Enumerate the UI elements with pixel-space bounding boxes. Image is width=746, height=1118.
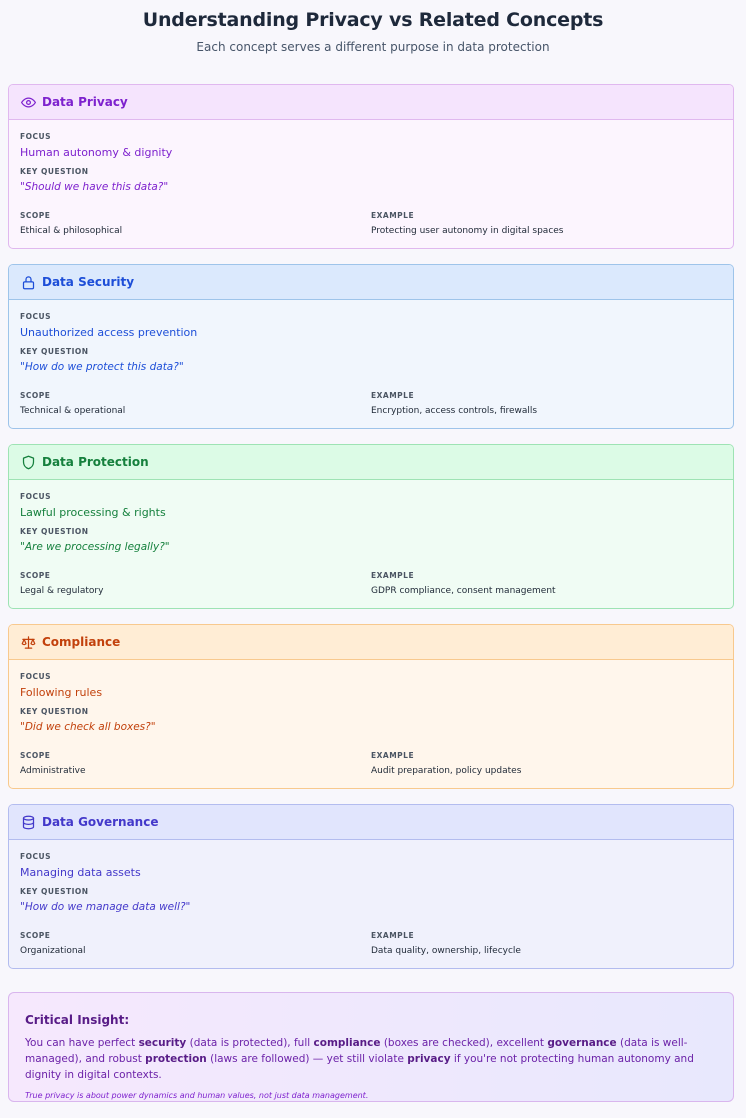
- scope-label: SCOPE: [20, 931, 51, 940]
- lock-icon: [22, 275, 35, 289]
- example-column: EXAMPLE GDPR compliance, consent managem…: [371, 571, 722, 597]
- scope-label: SCOPE: [20, 391, 51, 400]
- focus-value: Human autonomy & dignity: [20, 146, 173, 159]
- scope-value: Administrative: [20, 766, 86, 776]
- card-body: FOCUS Lawful processing & rights KEY QUE…: [9, 480, 733, 608]
- example-column: EXAMPLE Protecting user autonomy in digi…: [371, 211, 722, 237]
- key-question-value: "Are we processing legally?": [20, 541, 170, 553]
- insight-keyword-governance: governance: [547, 1037, 617, 1049]
- focus-value: Lawful processing & rights: [20, 506, 166, 519]
- scope-column: SCOPE Ethical & philosophical: [20, 211, 371, 237]
- scope-label: SCOPE: [20, 751, 51, 760]
- insight-text-part: (boxes are checked), excellent: [380, 1037, 548, 1049]
- insight-keyword-compliance: compliance: [313, 1037, 381, 1049]
- card-body: FOCUS Unauthorized access prevention KEY…: [9, 300, 733, 428]
- card-body: FOCUS Managing data assets KEY QUESTION …: [9, 840, 733, 968]
- insight-text-part: (laws are followed) — yet still violate: [206, 1053, 408, 1065]
- example-value: Encryption, access controls, firewalls: [371, 406, 538, 416]
- shield-icon: [22, 455, 35, 469]
- example-label: EXAMPLE: [371, 571, 415, 580]
- database-icon: [22, 815, 35, 829]
- card-data-privacy: Data Privacy FOCUS Human autonomy & dign…: [8, 84, 734, 249]
- card-header: Data Security: [9, 265, 733, 300]
- card-header: Compliance: [9, 625, 733, 660]
- critical-insight-box: Critical Insight: You can have perfect s…: [8, 992, 734, 1102]
- key-question-label: KEY QUESTION: [20, 167, 89, 176]
- key-question-label: KEY QUESTION: [20, 707, 89, 716]
- card-compliance: Compliance FOCUS Following rules KEY QUE…: [8, 624, 734, 789]
- concept-cards: Data Privacy FOCUS Human autonomy & dign…: [8, 84, 734, 984]
- focus-label: FOCUS: [20, 672, 51, 681]
- insight-keyword-privacy: privacy: [407, 1053, 451, 1065]
- card-title: Data Security: [42, 275, 135, 289]
- card-data-security: Data Security FOCUS Unauthorized access …: [8, 264, 734, 429]
- insight-note: True privacy is about power dynamics and…: [25, 1091, 369, 1100]
- scope-column: SCOPE Technical & operational: [20, 391, 371, 417]
- example-label: EXAMPLE: [371, 751, 415, 760]
- focus-value: Managing data assets: [20, 866, 141, 879]
- focus-label: FOCUS: [20, 852, 51, 861]
- focus-value: Unauthorized access prevention: [20, 326, 198, 339]
- card-header: Data Privacy: [9, 85, 733, 120]
- example-value: Data quality, ownership, lifecycle: [371, 946, 521, 956]
- focus-label: FOCUS: [20, 312, 51, 321]
- scope-value: Ethical & philosophical: [20, 226, 123, 236]
- details-row: SCOPE Legal & regulatory EXAMPLE GDPR co…: [20, 571, 722, 597]
- insight-keyword-protection: protection: [145, 1053, 207, 1065]
- details-row: SCOPE Organizational EXAMPLE Data qualit…: [20, 931, 722, 957]
- card-title: Data Governance: [42, 815, 159, 829]
- scope-column: SCOPE Legal & regulatory: [20, 571, 371, 597]
- card-header: Data Governance: [9, 805, 733, 840]
- page-title: Understanding Privacy vs Related Concept…: [142, 9, 604, 31]
- key-question-label: KEY QUESTION: [20, 887, 89, 896]
- key-question-label: KEY QUESTION: [20, 347, 89, 356]
- card-title: Data Protection: [42, 455, 149, 469]
- key-question-value: "How do we protect this data?": [20, 361, 184, 373]
- scope-value: Legal & regulatory: [20, 586, 104, 596]
- card-body: FOCUS Human autonomy & dignity KEY QUEST…: [9, 120, 733, 248]
- insight-text: You can have perfect security (data is p…: [25, 1035, 717, 1083]
- insight-text-part: You can have perfect: [25, 1037, 139, 1049]
- key-question-label: KEY QUESTION: [20, 527, 89, 536]
- scope-column: SCOPE Administrative: [20, 751, 371, 777]
- insight-text-part: (data is protected), full: [186, 1037, 314, 1049]
- scope-value: Organizational: [20, 946, 86, 956]
- focus-value: Following rules: [20, 686, 103, 699]
- details-row: SCOPE Administrative EXAMPLE Audit prepa…: [20, 751, 722, 777]
- insight-keyword-security: security: [138, 1037, 187, 1049]
- focus-label: FOCUS: [20, 492, 51, 501]
- example-value: GDPR compliance, consent management: [371, 586, 556, 596]
- example-column: EXAMPLE Encryption, access controls, fir…: [371, 391, 722, 417]
- insight-title: Critical Insight:: [25, 1013, 130, 1027]
- example-label: EXAMPLE: [371, 391, 415, 400]
- page-header: Understanding Privacy vs Related Concept…: [0, 0, 746, 55]
- example-label: EXAMPLE: [371, 931, 415, 940]
- details-row: SCOPE Technical & operational EXAMPLE En…: [20, 391, 722, 417]
- example-value: Protecting user autonomy in digital spac…: [371, 226, 564, 236]
- eye-icon: [21, 97, 36, 107]
- example-label: EXAMPLE: [371, 211, 415, 220]
- card-data-protection: Data Protection FOCUS Lawful processing …: [8, 444, 734, 609]
- example-column: EXAMPLE Data quality, ownership, lifecyc…: [371, 931, 722, 957]
- scale-icon: [21, 635, 36, 649]
- example-value: Audit preparation, policy updates: [371, 766, 522, 776]
- example-column: EXAMPLE Audit preparation, policy update…: [371, 751, 722, 777]
- focus-label: FOCUS: [20, 132, 51, 141]
- details-row: SCOPE Ethical & philosophical EXAMPLE Pr…: [20, 211, 722, 237]
- scope-label: SCOPE: [20, 211, 51, 220]
- page-subtitle: Each concept serves a different purpose …: [196, 40, 550, 54]
- card-title: Data Privacy: [42, 95, 128, 109]
- card-data-governance: Data Governance FOCUS Managing data asse…: [8, 804, 734, 969]
- key-question-value: "How do we manage data well?": [20, 901, 191, 913]
- card-title: Compliance: [42, 635, 121, 649]
- card-body: FOCUS Following rules KEY QUESTION "Did …: [9, 660, 733, 788]
- key-question-value: "Should we have this data?": [20, 181, 169, 193]
- scope-label: SCOPE: [20, 571, 51, 580]
- card-header: Data Protection: [9, 445, 733, 480]
- key-question-value: "Did we check all boxes?": [20, 721, 156, 733]
- scope-value: Technical & operational: [20, 406, 126, 416]
- scope-column: SCOPE Organizational: [20, 931, 371, 957]
